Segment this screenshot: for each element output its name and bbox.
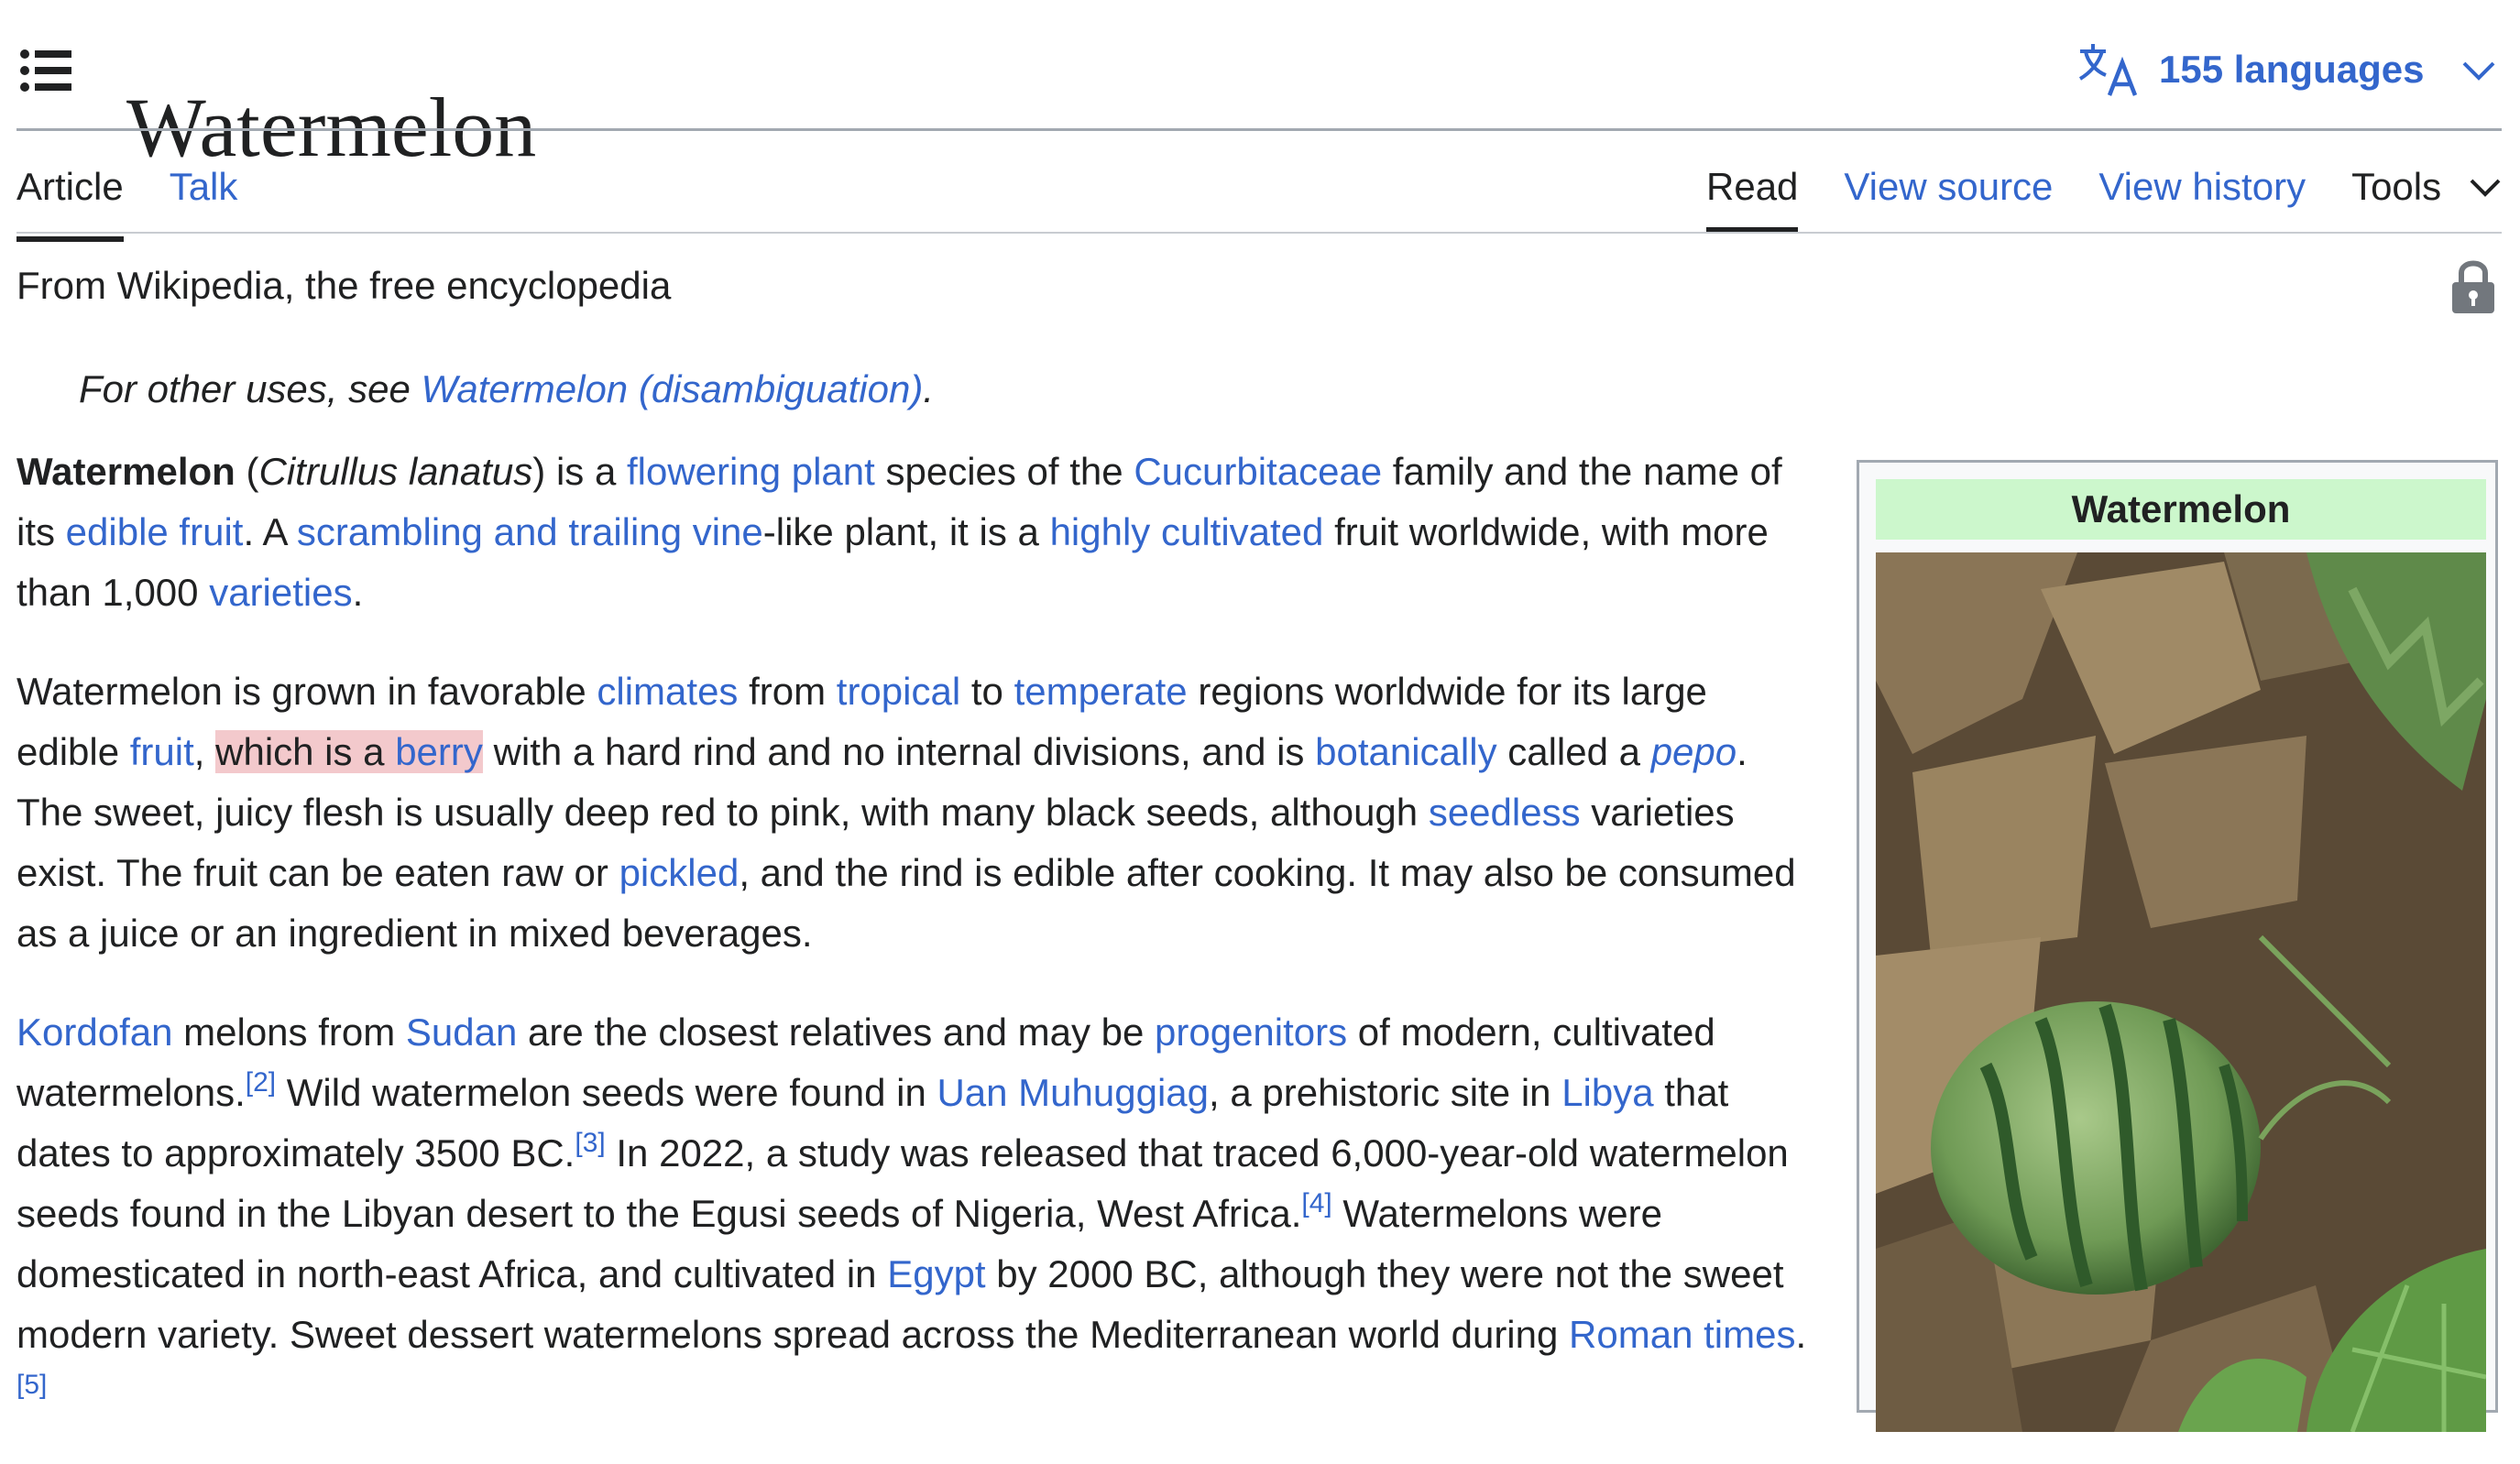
text: .: [1795, 1313, 1807, 1356]
paragraph-intro: Watermelon (Citrullus lanatus) is a flow…: [16, 442, 1813, 623]
reference-4[interactable]: [4]: [1301, 1188, 1331, 1218]
text: .: [352, 571, 364, 614]
link-seedless[interactable]: seedless: [1429, 791, 1581, 834]
page-header: Watermelon 155 languages: [0, 0, 2520, 174]
reference-5[interactable]: [5]: [16, 1370, 47, 1400]
link-uan-muhuggiag[interactable]: Uan Muhuggiag: [937, 1071, 1209, 1114]
title-divider: [16, 128, 2502, 131]
link-varieties[interactable]: varieties: [209, 571, 352, 614]
tabs-divider: [16, 232, 2502, 234]
text: which is a: [215, 730, 396, 773]
watermelon-image[interactable]: [1876, 552, 2486, 1432]
languages-label: 155 languages: [2159, 48, 2425, 91]
text: ,: [193, 730, 216, 773]
paragraph-growth: Watermelon is grown in favorable climate…: [16, 661, 1813, 964]
text: are the closest relatives and may be: [517, 1011, 1156, 1054]
link-kordofan[interactable]: Kordofan: [16, 1011, 172, 1054]
infobox-title: Watermelon: [1876, 479, 2486, 540]
link-scrambling-vine[interactable]: scrambling and trailing vine: [297, 510, 763, 553]
hatnote: For other uses, see Watermelon (disambig…: [79, 362, 934, 417]
tab-article[interactable]: Article: [16, 159, 124, 242]
paragraph-history: Kordofan melons from Sudan are the close…: [16, 1002, 1813, 1426]
text: -like plant, it is a: [762, 510, 1050, 553]
link-cucurbitaceae[interactable]: Cucurbitaceae: [1134, 450, 1382, 493]
link-edible-fruit[interactable]: edible fruit: [66, 510, 244, 553]
link-climates[interactable]: climates: [597, 670, 738, 713]
text: ) is a: [532, 450, 627, 493]
text: called a: [1496, 730, 1651, 773]
reference-2[interactable]: [2]: [246, 1067, 276, 1098]
text: to: [960, 670, 1014, 713]
tab-talk[interactable]: Talk: [170, 159, 238, 224]
link-botanically[interactable]: botanically: [1315, 730, 1496, 773]
text: species of the: [874, 450, 1134, 493]
view-tabs: Read View source View history Tools: [1706, 159, 2502, 233]
link-sudan[interactable]: Sudan: [406, 1011, 517, 1054]
hatnote-prefix: For other uses, see: [79, 367, 422, 410]
article-body: Watermelon (Citrullus lanatus) is a flow…: [16, 442, 1813, 1464]
link-egypt[interactable]: Egypt: [887, 1252, 985, 1295]
tools-menu[interactable]: Tools: [2351, 159, 2502, 214]
text: Wild watermelon seeds were found in: [276, 1071, 937, 1114]
link-highly-cultivated[interactable]: highly cultivated: [1050, 510, 1324, 553]
scientific-name: Citrullus lanatus: [258, 450, 533, 493]
tab-read[interactable]: Read: [1706, 159, 1799, 233]
lock-icon[interactable]: [2450, 258, 2496, 315]
text: Watermelon is grown in favorable: [16, 670, 597, 713]
link-pepo[interactable]: pepo: [1651, 730, 1737, 773]
text: , a prehistoric site in: [1209, 1071, 1562, 1114]
link-flowering-plant[interactable]: flowering plant: [627, 450, 875, 493]
languages-button[interactable]: 155 languages: [2078, 40, 2497, 99]
text: from: [738, 670, 837, 713]
link-progenitors[interactable]: progenitors: [1155, 1011, 1347, 1054]
chevron-down-icon: [2470, 179, 2501, 197]
site-tagline: From Wikipedia, the free encyclopedia: [16, 264, 672, 307]
link-tropical[interactable]: tropical: [837, 670, 960, 713]
highlighted-selection: which is a berry: [215, 730, 483, 773]
link-roman-times[interactable]: Roman times: [1569, 1313, 1795, 1356]
infobox: Watermelon: [1857, 460, 2498, 1432]
namespace-tabs: Article Talk: [16, 159, 283, 242]
translate-icon: [2078, 44, 2138, 96]
text: . A: [243, 510, 297, 553]
text: melons from: [172, 1011, 406, 1054]
link-pickled[interactable]: pickled: [619, 851, 740, 894]
tools-label: Tools: [2351, 165, 2442, 208]
text: (: [235, 450, 259, 493]
chevron-down-icon: [2463, 61, 2495, 81]
bold-term: Watermelon: [16, 450, 236, 493]
tab-view-source[interactable]: View source: [1844, 159, 2053, 214]
text: with a hard rind and no internal divisio…: [482, 730, 1316, 773]
link-temperate[interactable]: temperate: [1014, 670, 1188, 713]
disambiguation-link[interactable]: Watermelon (disambiguation): [422, 367, 924, 410]
table-of-contents-icon[interactable]: [20, 49, 71, 92]
reference-3[interactable]: [3]: [575, 1128, 605, 1158]
hatnote-suffix: .: [923, 367, 934, 410]
tab-view-history[interactable]: View history: [2098, 159, 2306, 214]
link-libya[interactable]: Libya: [1561, 1071, 1653, 1114]
link-berry[interactable]: berry: [395, 730, 483, 773]
link-fruit[interactable]: fruit: [130, 730, 194, 773]
